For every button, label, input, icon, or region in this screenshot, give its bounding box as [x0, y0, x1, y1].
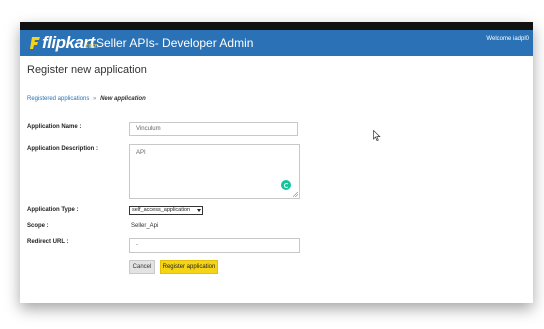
top-strip — [20, 22, 533, 30]
application-type-label: Application Type : — [27, 207, 79, 213]
scope-label: Scope : — [27, 223, 49, 229]
application-description-textarea[interactable]: API — [129, 144, 300, 199]
grammarly-icon[interactable] — [281, 180, 291, 190]
application-name-label: Application Name : — [27, 124, 82, 130]
redirect-url-label: Redirect URL : — [27, 239, 69, 245]
description-value: API — [136, 150, 146, 156]
application-type-value: self_access_application — [132, 207, 191, 213]
welcome-user[interactable]: Welcome iadpl0 — [486, 36, 529, 42]
application-type-select[interactable]: self_access_application — [129, 206, 203, 215]
flipkart-logo-icon[interactable] — [30, 36, 42, 50]
app-header: flipkart .com Seller APIs- Developer Adm… — [20, 30, 533, 56]
application-description-label: Application Description : — [27, 146, 99, 152]
app-title: Seller APIs- Developer Admin — [96, 36, 254, 50]
redirect-url-input[interactable]: - — [129, 238, 300, 253]
breadcrumb-separator: » — [93, 96, 97, 102]
resize-grip-icon[interactable] — [293, 192, 298, 197]
scope-value: Seller_Api — [131, 223, 159, 229]
chevron-down-icon — [197, 209, 201, 212]
cancel-button[interactable]: Cancel — [129, 260, 155, 274]
breadcrumb-current: New application — [100, 96, 146, 102]
breadcrumb: Registered applications » New applicatio… — [27, 96, 146, 102]
page-title: Register new application — [27, 64, 147, 76]
application-name-input[interactable]: Vinculum — [129, 122, 298, 136]
breadcrumb-link-registered-applications[interactable]: Registered applications — [27, 96, 89, 102]
register-application-button[interactable]: Register application — [160, 260, 218, 274]
mouse-cursor-icon — [373, 130, 381, 141]
